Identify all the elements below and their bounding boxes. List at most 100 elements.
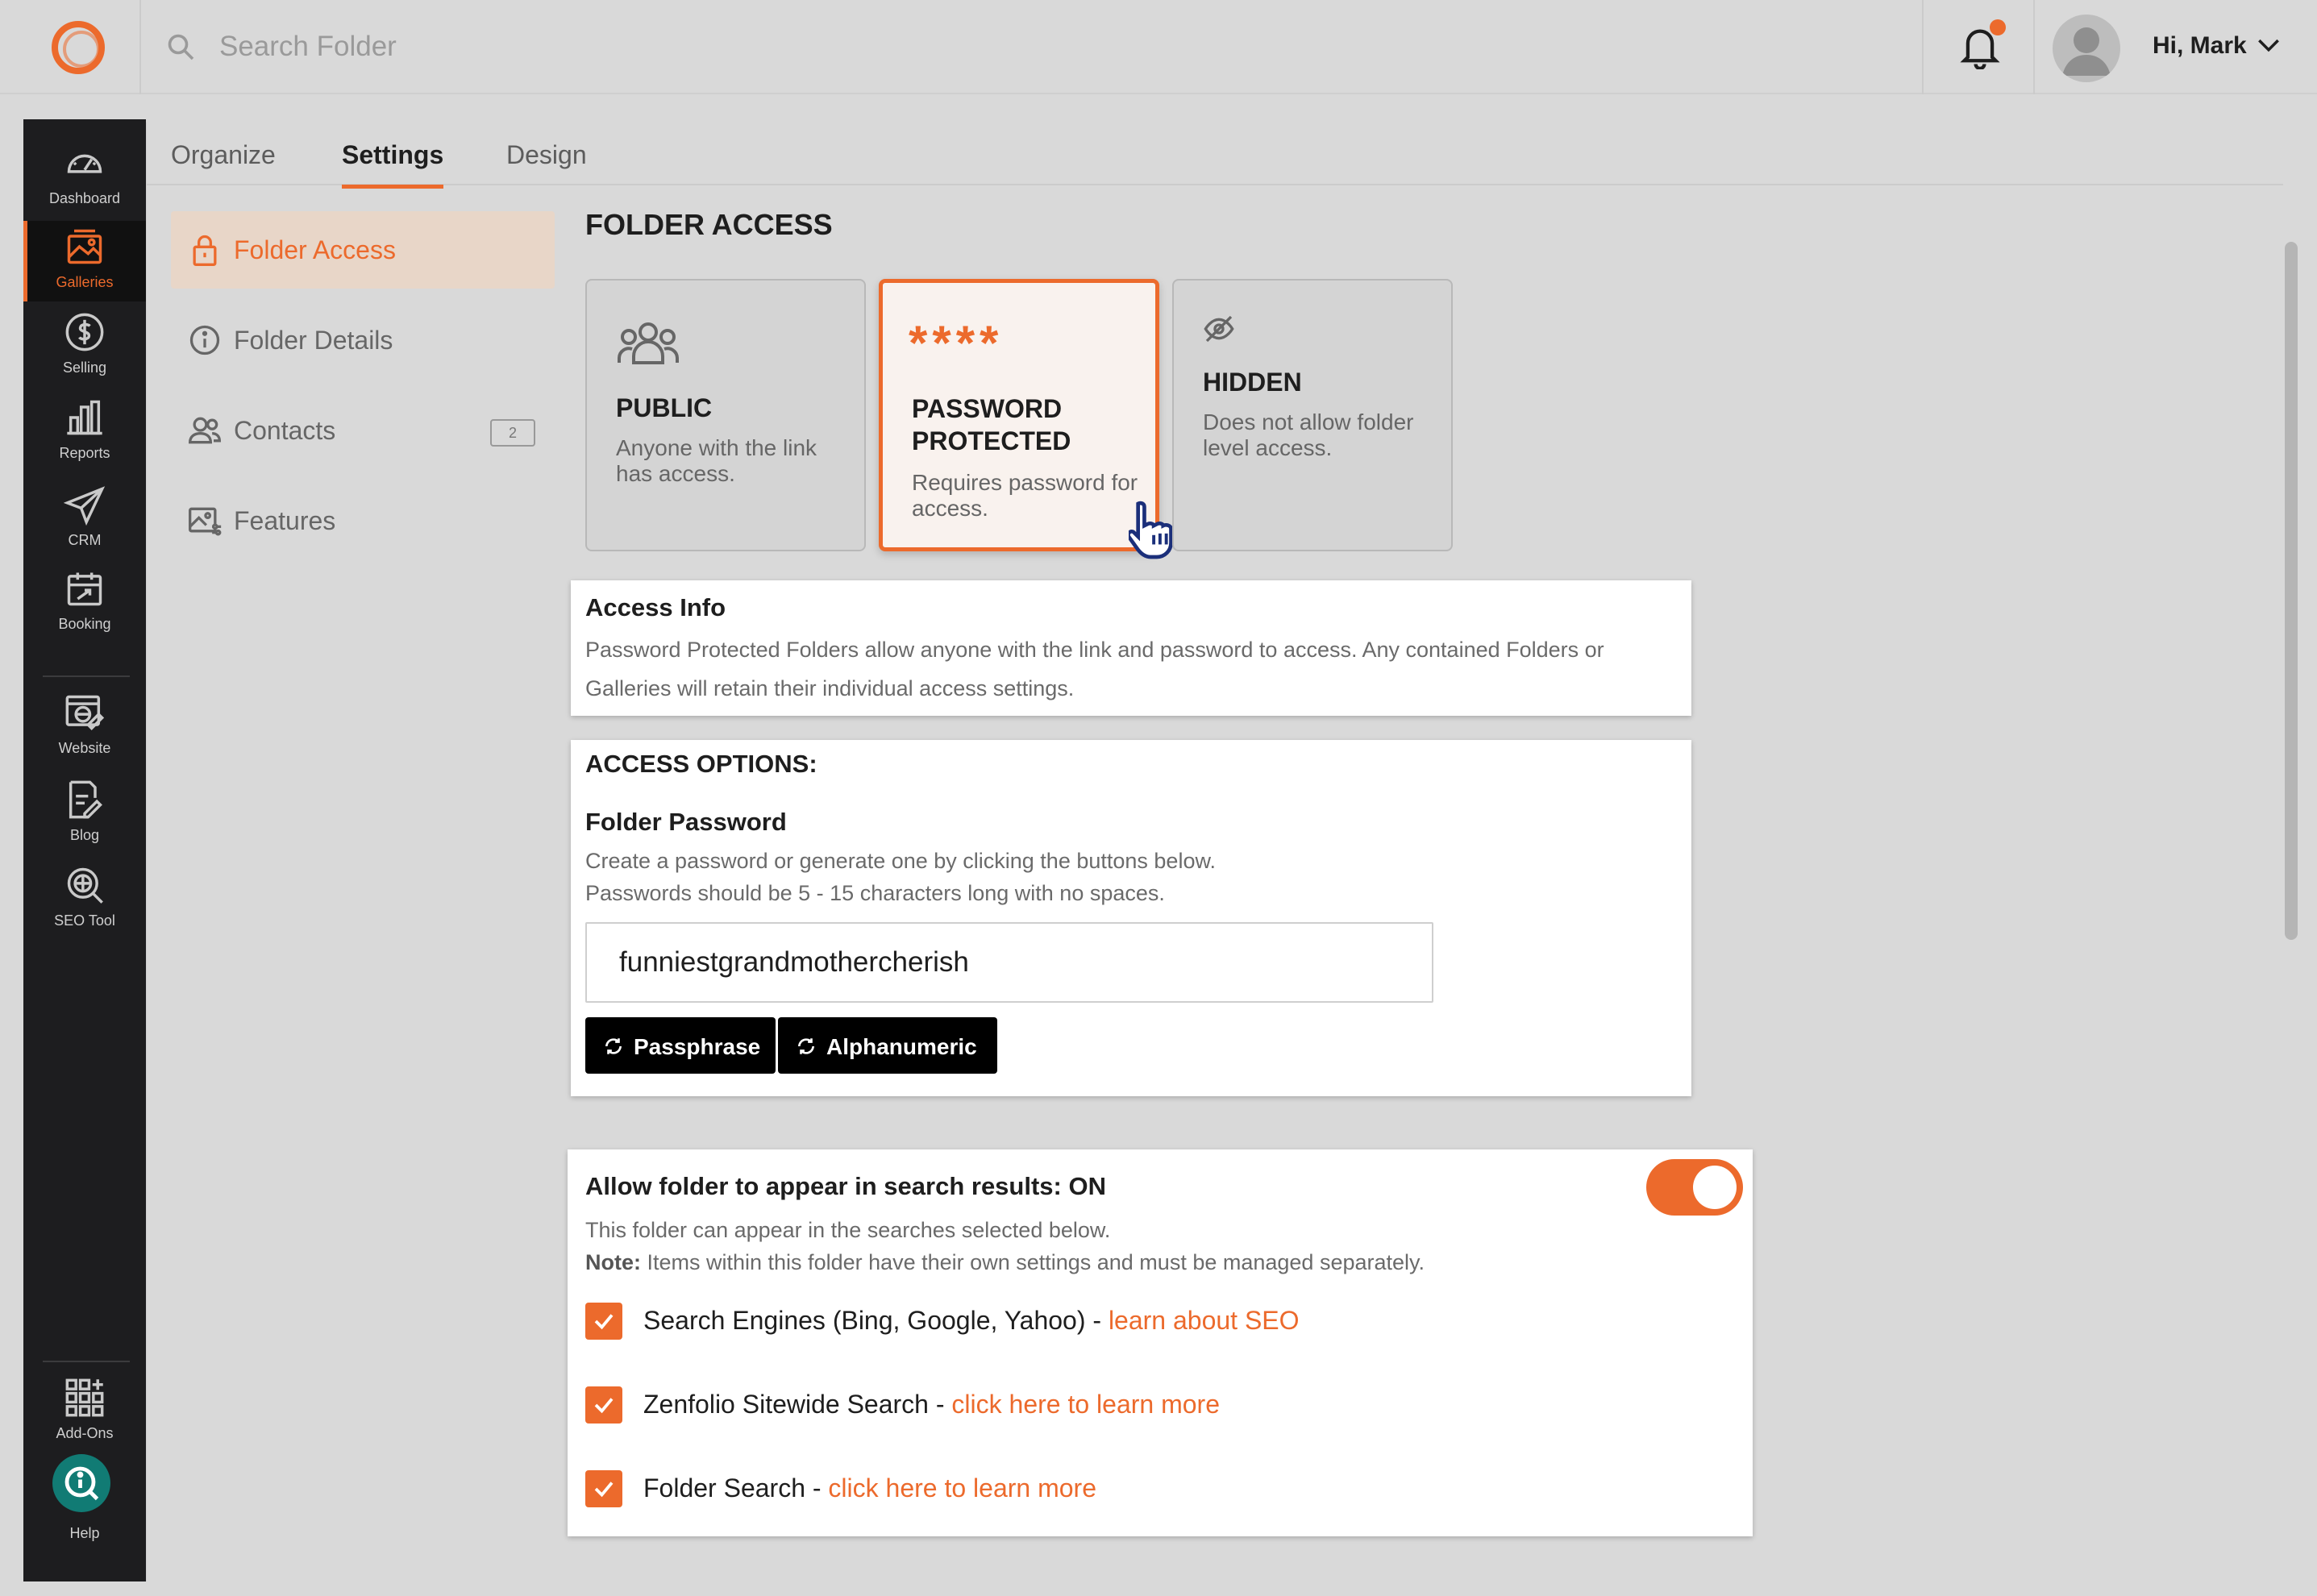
password-asterisks-icon: **** [909, 316, 1004, 370]
eye-off-icon [1204, 315, 1234, 343]
access-options-panel: ACCESS OPTIONS: Folder Password Create a… [571, 740, 1691, 1096]
alphanumeric-button-label: Alphanumeric [826, 1034, 977, 1059]
sidebar-item-seo-tool[interactable]: SEO Tool [23, 859, 146, 940]
user-silhouette-icon [2062, 27, 2111, 76]
website-icon [65, 695, 105, 730]
subnav-folder-details[interactable]: Folder Details [171, 301, 555, 379]
option-text: Folder Search - [643, 1473, 829, 1502]
alphanumeric-button[interactable]: Alphanumeric [778, 1017, 997, 1074]
access-card-title: PUBLIC [616, 393, 713, 422]
subnav-label: Folder Details [234, 326, 393, 355]
blog-icon [69, 780, 102, 819]
sitewide-learn-more-link[interactable]: click here to learn more [951, 1390, 1220, 1419]
scrollbar-thumb[interactable] [2285, 242, 2298, 940]
help-button[interactable] [52, 1454, 110, 1512]
learn-about-seo-link[interactable]: learn about SEO [1109, 1306, 1300, 1335]
contacts-count-badge: 2 [490, 419, 535, 447]
access-card-title: PASSWORD [912, 394, 1063, 423]
sidebar-divider [43, 675, 130, 677]
bar-chart-icon [67, 400, 102, 435]
subnav-folder-access[interactable]: Folder Access [171, 211, 555, 289]
search-input[interactable] [219, 24, 945, 69]
galleries-icon [67, 229, 102, 264]
sidebar-item-label: Booking [58, 616, 111, 632]
option-text: Search Engines (Bing, Google, Yahoo) - [643, 1306, 1109, 1335]
search-visibility-toggle[interactable] [1646, 1159, 1743, 1216]
sidebar-item-add-ons[interactable]: Add-Ons [23, 1372, 146, 1453]
sidebar-item-label: CRM [68, 532, 102, 548]
lock-icon [193, 235, 217, 266]
info-icon [189, 325, 220, 355]
features-icon [189, 507, 222, 536]
sidebar-item-label: Add-Ons [56, 1425, 114, 1441]
add-ons-grid-icon [65, 1378, 104, 1417]
sidebar-item-label: Dashboard [48, 190, 121, 206]
zenfolio-logo[interactable] [52, 21, 105, 74]
subnav-label: Features [234, 506, 336, 535]
chevron-down-icon[interactable] [2257, 37, 2280, 53]
access-options-heading: ACCESS OPTIONS: [585, 750, 817, 778]
search-engines-label: Search Engines (Bing, Google, Yahoo) - l… [643, 1306, 1300, 1336]
folder-access-title: FOLDER ACCESS [585, 208, 833, 241]
tab-design[interactable]: Design [506, 140, 587, 185]
seo-globe-icon [67, 867, 103, 904]
notification-dot [1990, 19, 2006, 35]
calendar-icon [67, 572, 102, 606]
sidebar-item-label: SEO Tool [54, 912, 115, 929]
folder-password-input[interactable] [585, 922, 1433, 1003]
subnav-contacts[interactable]: Contacts 2 [171, 392, 555, 469]
access-info-heading: Access Info [585, 593, 726, 621]
folder-password-label: Folder Password [585, 808, 787, 836]
tab-organize[interactable]: Organize [171, 140, 276, 185]
sidebar-item-label: Reports [59, 445, 110, 461]
toggle-knob [1693, 1166, 1737, 1209]
access-card-desc: Does not allow folder level access. [1203, 409, 1414, 460]
sidebar-item-label: Website [58, 740, 111, 756]
help-label: Help [69, 1525, 100, 1541]
sidebar-item-booking[interactable]: Booking [23, 563, 146, 643]
divider [1922, 0, 1924, 94]
note-label: Note: [585, 1250, 641, 1274]
access-card-public[interactable]: PUBLIC Anyone with the link has access. [585, 279, 866, 551]
user-greeting[interactable]: Hi, Mark [2153, 32, 2247, 60]
search-visibility-desc: This folder can appear in the searches s… [585, 1218, 1111, 1242]
sidebar-item-dashboard[interactable]: Dashboard [23, 137, 146, 218]
dashboard-icon [67, 154, 102, 173]
sidebar-item-selling[interactable]: Selling [23, 306, 146, 387]
access-card-hidden[interactable]: HIDDEN Does not allow folder level acces… [1172, 279, 1453, 551]
sidebar-item-blog[interactable]: Blog [23, 774, 146, 854]
sitewide-search-label: Zenfolio Sitewide Search - click here to… [643, 1390, 1220, 1419]
subnav-label: Folder Access [234, 235, 396, 264]
password-help-line1: Create a password or generate one by cli… [585, 849, 1216, 873]
avatar[interactable] [2053, 15, 2120, 82]
sidebar-item-galleries[interactable]: Galleries [23, 221, 146, 301]
subnav-features[interactable]: Features [171, 482, 555, 559]
checkmark-icon [594, 1482, 614, 1498]
search-visibility-note: Note: Items within this folder have thei… [585, 1246, 1425, 1278]
divider [139, 0, 141, 94]
tab-settings[interactable]: Settings [342, 140, 444, 189]
paper-plane-icon [64, 486, 106, 526]
subnav-label: Contacts [234, 416, 336, 445]
folder-search-learn-more-link[interactable]: click here to learn more [828, 1473, 1096, 1502]
access-card-desc: Requires password for access. [912, 470, 1138, 521]
folder-search-checkbox[interactable] [585, 1470, 622, 1507]
folder-search-label: Folder Search - click here to learn more [643, 1473, 1096, 1503]
access-card-desc: Anyone with the link has access. [616, 435, 817, 486]
option-text: Zenfolio Sitewide Search - [643, 1390, 952, 1419]
search-engines-checkbox[interactable] [585, 1303, 622, 1340]
dollar-icon [65, 313, 104, 351]
refresh-icon [605, 1038, 622, 1054]
help-search-icon [64, 1466, 99, 1501]
people-group-icon [618, 322, 679, 364]
sidebar-item-label: Blog [69, 827, 100, 843]
sidebar-item-website[interactable]: Website [23, 687, 146, 767]
sidebar-item-crm[interactable]: CRM [23, 479, 146, 559]
search-visibility-panel: Allow folder to appear in search results… [568, 1149, 1753, 1536]
sidebar-divider [43, 1361, 130, 1362]
access-card-password-protected[interactable]: **** PASSWORD PROTECTED Requires passwor… [879, 279, 1159, 551]
access-info-panel: Access Info Password Protected Folders a… [571, 580, 1691, 716]
passphrase-button[interactable]: Passphrase [585, 1017, 776, 1074]
sidebar-item-reports[interactable]: Reports [23, 392, 146, 472]
sitewide-search-checkbox[interactable] [585, 1386, 622, 1424]
